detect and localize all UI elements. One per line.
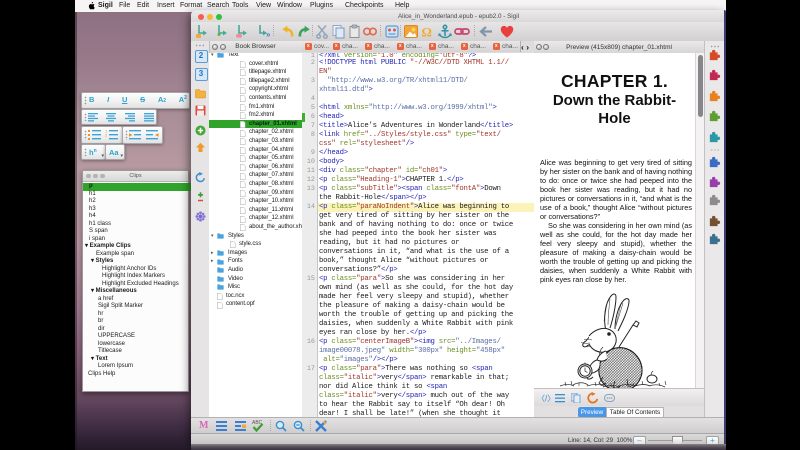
svg-text:»: » (266, 30, 271, 39)
svg-text:2: 2 (105, 133, 108, 138)
svg-text:Ω: Ω (422, 25, 432, 40)
